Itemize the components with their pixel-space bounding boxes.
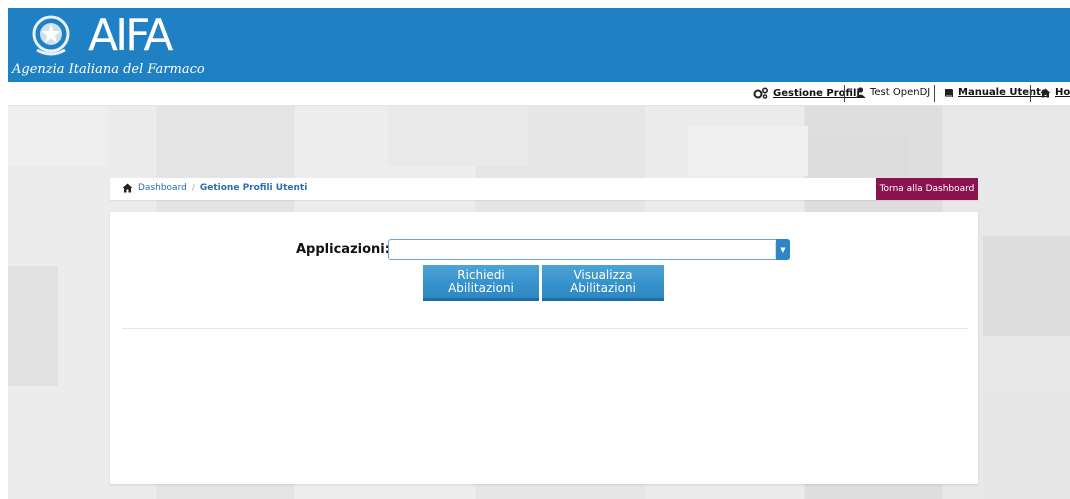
visualizza-label-line1: Visualizza — [573, 267, 633, 282]
back-to-dashboard-button[interactable]: Torna alla Dashboard — [876, 178, 978, 200]
bg-tile — [983, 386, 1070, 499]
applicazioni-label: Applicazioni: — [296, 242, 390, 257]
home-icon[interactable] — [122, 183, 133, 193]
nav-divider — [1030, 85, 1031, 102]
logo-subtitle: Agenzia Italiana del Farmaco — [12, 62, 205, 77]
gears-icon — [753, 87, 769, 99]
nav-manuale[interactable]: Manuale Utente — [944, 87, 1048, 98]
dropdown-arrow-icon[interactable]: ▼ — [776, 239, 790, 260]
visualizza-abilitazioni-button[interactable]: Visualizza Abilitazioni — [542, 265, 664, 301]
gestione-profili-link[interactable]: Gestione Profili — [773, 88, 860, 99]
breadcrumb-dashboard[interactable]: Dashboard — [138, 183, 187, 193]
panel-divider — [122, 328, 968, 329]
breadcrumb-current: Getione Profili Utenti — [199, 183, 308, 193]
user-icon — [855, 87, 866, 98]
manuale-utente-link[interactable]: Manuale Utente — [958, 87, 1048, 98]
home-link[interactable]: Home — [1055, 87, 1070, 98]
breadcrumb: Dashboard / Getione Profili Utenti — [122, 183, 307, 193]
aifa-logo[interactable]: AIFA — [88, 10, 173, 62]
top-navigation: Gestione Profili Test OpenDJ Manuale Ute… — [8, 82, 1070, 106]
main-panel: Applicazioni: ▼ Richiedi Abilitazioni Vi… — [110, 212, 978, 484]
bg-tile — [8, 106, 108, 166]
breadcrumb-bar: Dashboard / Getione Profili Utenti Torna… — [110, 178, 978, 200]
nav-divider — [934, 85, 935, 102]
bg-tile — [8, 266, 58, 386]
bg-tile — [388, 106, 528, 166]
richiedi-label-line1: Richiedi — [457, 267, 505, 282]
nav-home[interactable]: Home — [1040, 87, 1070, 98]
user-name: Test OpenDJ — [870, 87, 931, 98]
home-icon — [1040, 88, 1051, 97]
book-icon — [945, 88, 953, 97]
applicazioni-input[interactable] — [391, 241, 773, 258]
richiedi-label-line2: Abilitazioni — [448, 280, 514, 295]
nav-user[interactable]: Test OpenDJ — [855, 87, 930, 98]
visualizza-label-line2: Abilitazioni — [570, 280, 636, 295]
site-header: AIFA Agenzia Italiana del Farmaco — [8, 8, 1070, 82]
bg-tile — [688, 126, 808, 176]
breadcrumb-separator: / — [191, 183, 195, 193]
richiedi-abilitazioni-button[interactable]: Richiedi Abilitazioni — [423, 265, 539, 301]
italian-republic-emblem-icon — [32, 15, 70, 56]
nav-divider — [844, 85, 845, 102]
bg-tile — [983, 236, 1070, 336]
bg-tile — [808, 136, 908, 176]
applicazioni-combobox[interactable]: ▼ — [388, 239, 790, 260]
